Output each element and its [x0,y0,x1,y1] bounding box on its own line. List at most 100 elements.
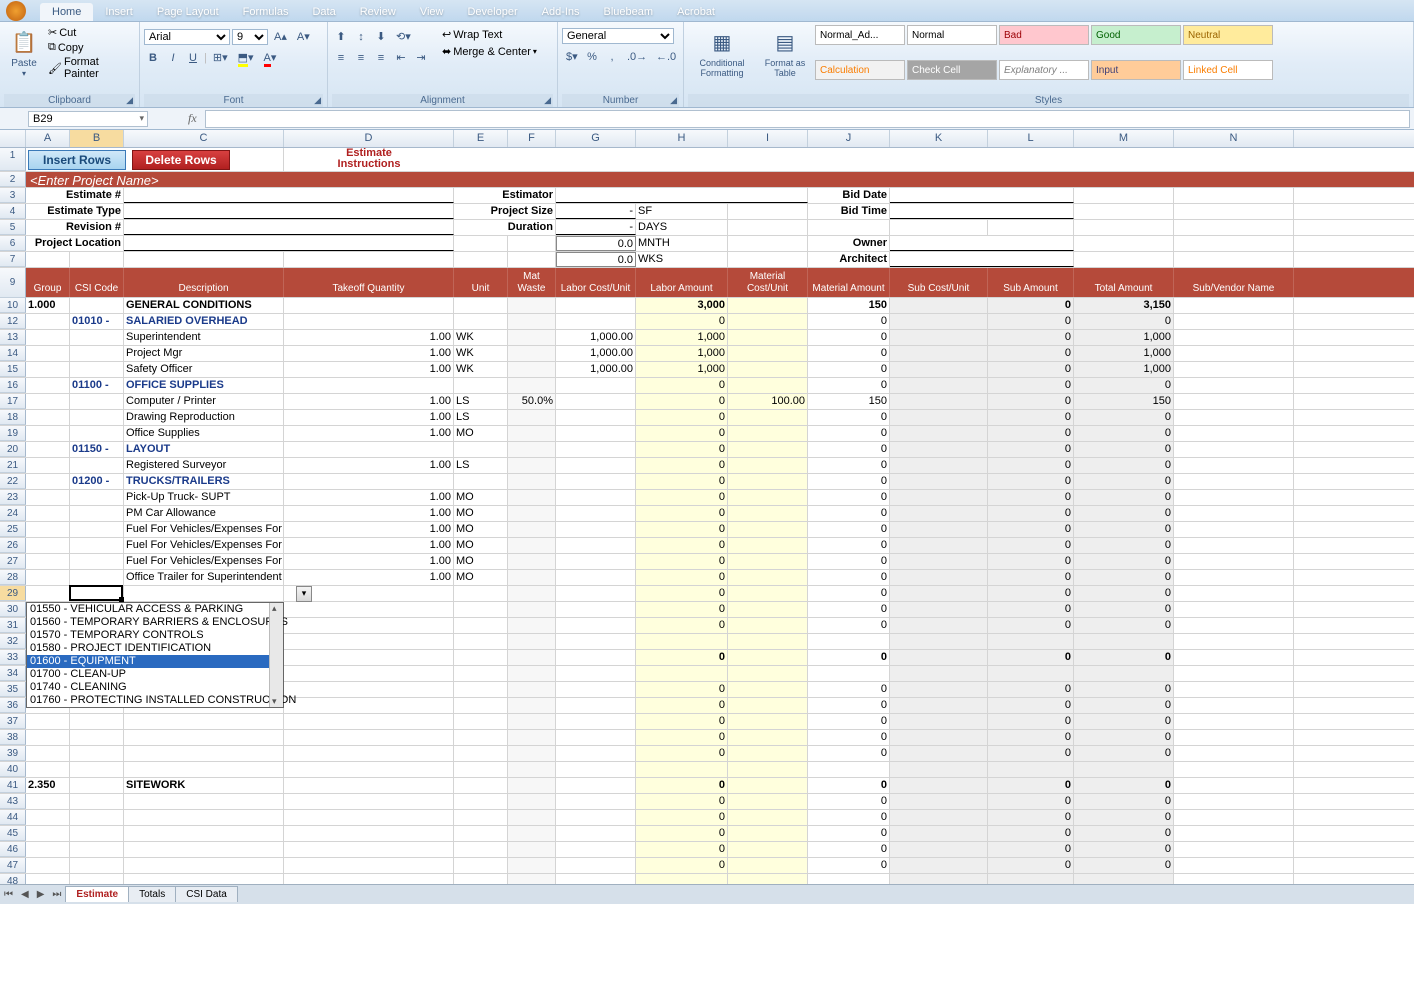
cell[interactable] [890,570,988,585]
cell[interactable]: 0 [988,650,1074,665]
cell[interactable] [728,506,808,521]
cell[interactable]: 1.00 [284,506,454,521]
cell[interactable] [124,746,284,761]
row-header[interactable]: 4 [0,204,26,219]
column-header[interactable]: E [454,130,508,147]
cell[interactable] [454,858,508,873]
row-header[interactable]: 20 [0,442,26,457]
cell[interactable] [70,522,124,537]
cell[interactable]: 0 [636,426,728,441]
cell[interactable] [70,458,124,473]
cell[interactable] [70,586,124,601]
cell[interactable]: 0 [1074,554,1174,569]
cell[interactable] [508,298,556,313]
cell[interactable]: 0.0 [556,236,636,251]
cell[interactable] [284,746,454,761]
grow-font-button[interactable]: A▴ [270,28,291,45]
cell[interactable] [728,730,808,745]
row-header[interactable]: 12 [0,314,26,329]
cell[interactable]: 0 [636,618,728,633]
cell[interactable] [556,666,636,681]
cell[interactable] [1174,298,1294,313]
cell[interactable] [508,730,556,745]
cell[interactable]: 0 [636,490,728,505]
cell[interactable] [556,188,808,203]
cell[interactable] [1074,204,1174,219]
cell[interactable]: 0 [808,362,890,377]
cell[interactable]: 50.0% [508,394,556,409]
cell[interactable]: Project Mgr [124,346,284,361]
cell[interactable] [1174,220,1294,235]
cell[interactable] [454,794,508,809]
cell[interactable]: 0 [988,538,1074,553]
cell[interactable]: 0 [1074,778,1174,793]
formula-bar[interactable] [205,110,1410,128]
cell[interactable]: 0 [988,714,1074,729]
cell[interactable] [124,586,284,601]
cell[interactable]: 0 [808,730,890,745]
cell[interactable]: 0 [808,810,890,825]
cell[interactable] [70,858,124,873]
cell[interactable] [890,810,988,825]
cell[interactable]: Pick-Up Truck- SUPT [124,490,284,505]
cell[interactable] [890,682,988,697]
cell[interactable] [508,602,556,617]
cell[interactable] [508,858,556,873]
cell[interactable] [890,346,988,361]
sheet-tab[interactable]: CSI Data [175,886,238,902]
cell[interactable]: OFFICE SUPPLIES [124,378,284,393]
cell[interactable] [1174,826,1294,841]
cell[interactable] [26,746,70,761]
cell[interactable]: 0 [1074,426,1174,441]
row-header[interactable]: 41 [0,778,26,793]
cell[interactable]: - [556,220,636,235]
borders-button[interactable]: ⊞▾ [209,49,232,66]
select-all-button[interactable] [0,130,26,147]
cell[interactable]: 0 [636,698,728,713]
column-header[interactable]: H [636,130,728,147]
dropdown-option[interactable]: 01600 - EQUIPMENT [27,655,283,668]
cell[interactable]: 0 [988,794,1074,809]
style-cell[interactable]: Good [1091,25,1181,45]
shrink-font-button[interactable]: A▾ [293,28,314,45]
cell[interactable]: Revision # [26,220,124,235]
cell[interactable] [556,634,636,649]
row-header[interactable]: 14 [0,346,26,361]
font-name-select[interactable]: Arial [144,29,230,45]
style-cell[interactable]: Calculation [815,60,905,80]
cell[interactable]: 0 [988,394,1074,409]
cell[interactable] [1174,442,1294,457]
cell[interactable] [728,410,808,425]
cell[interactable] [508,698,556,713]
cell[interactable] [70,410,124,425]
cell[interactable] [508,778,556,793]
cell[interactable] [508,842,556,857]
cell[interactable] [1174,666,1294,681]
paste-button[interactable]: 📋 Paste ▾ [4,24,44,94]
cell[interactable] [728,634,808,649]
cell[interactable] [890,394,988,409]
cell[interactable] [508,794,556,809]
cell[interactable] [284,730,454,745]
cell[interactable] [124,762,284,777]
cell[interactable] [70,842,124,857]
cell[interactable] [508,410,556,425]
cell[interactable] [1174,698,1294,713]
cell[interactable] [556,698,636,713]
cell[interactable]: SITEWORK [124,778,284,793]
cell[interactable]: LS [454,458,508,473]
cell[interactable] [124,188,454,203]
cell[interactable] [70,394,124,409]
cell[interactable]: 0 [808,714,890,729]
cell[interactable] [124,826,284,841]
cell[interactable] [1174,762,1294,777]
cell[interactable] [728,794,808,809]
cell[interactable]: 0 [1074,474,1174,489]
cell[interactable]: 0 [636,810,728,825]
cell[interactable]: 0 [808,522,890,537]
cell[interactable]: 0 [636,682,728,697]
cell[interactable]: 0 [808,458,890,473]
cell[interactable] [454,378,508,393]
cell[interactable] [26,458,70,473]
style-cell[interactable]: Linked Cell [1183,60,1273,80]
